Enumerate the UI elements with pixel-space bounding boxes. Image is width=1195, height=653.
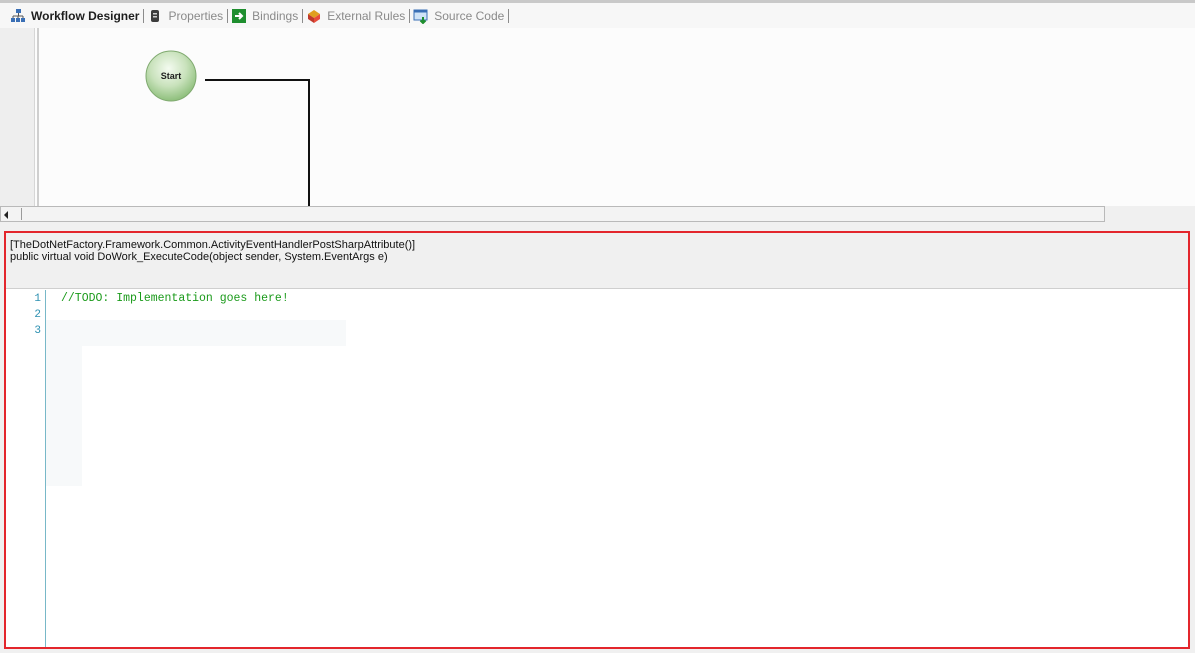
line-number-gutter: 1 2 3 [6,290,46,647]
tab-separator [409,8,411,23]
line-number: 2 [34,309,41,321]
workflow-icon [10,8,26,24]
tab-properties[interactable]: Properties [147,3,226,28]
external-rules-icon [306,8,322,24]
tab-external-rules[interactable]: External Rules [306,3,408,28]
signature-attribute-line: [TheDotNetFactory.Framework.Common.Activ… [10,239,416,251]
designer-horizontal-scrollbar[interactable] [0,206,1105,222]
code-editor-panel: [TheDotNetFactory.Framework.Common.Activ… [4,231,1190,649]
scrollbar-track-edge [21,208,22,220]
tab-separator [143,8,145,23]
start-node[interactable]: Start [145,50,197,102]
tab-separator [508,8,510,23]
editor-faint-highlight [46,346,82,486]
connector-line [205,79,310,206]
line-number: 3 [34,325,41,337]
bindings-icon [231,8,247,24]
tab-label: External Rules [327,8,406,23]
code-line-comment[interactable]: //TODO: Implementation goes here! [61,292,289,305]
tab-workflow-designer[interactable]: Workflow Designer [10,3,142,28]
tab-source-code[interactable]: Source Code [413,3,507,28]
source-code-icon [413,8,429,24]
tab-separator [302,8,304,23]
properties-icon [147,8,163,24]
line-number: 1 [34,293,41,305]
start-node-label: Start [161,71,182,81]
tab-label: Properties [168,8,224,23]
tab-label: Workflow Designer [31,8,140,23]
signature-declaration-line: public virtual void DoWork_ExecuteCode(o… [10,251,388,263]
tab-separator [227,8,229,23]
tab-strip: Workflow Designer Properties Bindings Ex… [0,3,1195,28]
code-editor[interactable]: 1 2 3 //TODO: Implementation goes here! [6,290,1188,647]
tab-bindings[interactable]: Bindings [231,3,301,28]
tab-label: Bindings [252,8,299,23]
designer-diagram: Start [145,50,310,206]
splitter[interactable] [0,222,1195,230]
method-signature: [TheDotNetFactory.Framework.Common.Activ… [6,233,1188,289]
tab-label: Source Code [434,8,505,23]
scroll-left-arrow-icon[interactable] [4,211,8,219]
editor-faint-highlight [46,320,346,346]
workflow-designer-canvas[interactable]: Start [0,28,1195,206]
